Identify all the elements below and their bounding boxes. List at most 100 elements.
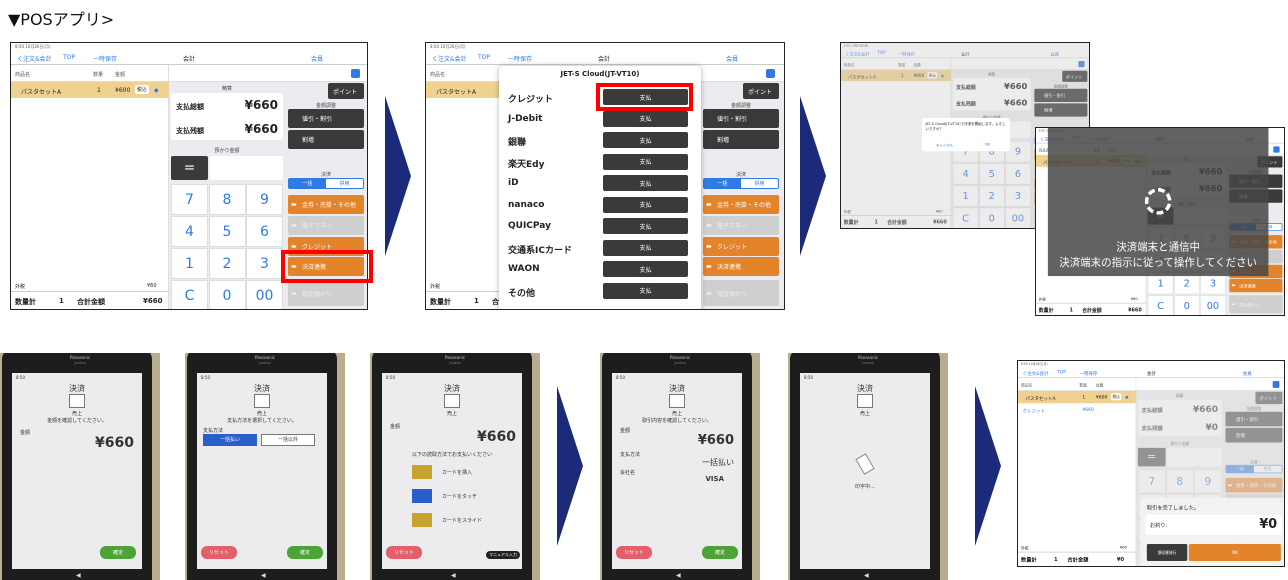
method-pay-button[interactable]: 支払 — [603, 261, 688, 277]
home-top-button[interactable]: TOP — [1057, 369, 1066, 374]
method-pay-button[interactable]: 支払 — [603, 239, 688, 256]
confirm-dialog: JET-S Cloud(JT-VT10)で決済を開始します。よろしいですか？ キ… — [921, 117, 1010, 152]
keypad-key[interactable]: 8 — [208, 184, 246, 215]
manual-entry-button[interactable]: マニュアル入力 — [486, 551, 520, 559]
back-button[interactable]: く注文&会計 — [432, 54, 467, 63]
receipt-button[interactable]: 領収書発行 — [1146, 544, 1188, 561]
method-pay-button[interactable]: 支払 — [603, 196, 688, 213]
keypad-key[interactable]: 00 — [1200, 295, 1226, 315]
method-pay-button[interactable]: 支払 — [603, 110, 688, 127]
nav-title: 会計 — [183, 56, 196, 63]
member-button[interactable]: 会員 — [1243, 369, 1252, 376]
method-pay-button[interactable]: 支払 — [603, 282, 688, 299]
keypad-key[interactable]: 6 — [246, 216, 283, 247]
hold-button[interactable]: 一時保存 — [508, 54, 532, 63]
equals-button[interactable]: = — [171, 156, 208, 180]
payment-mode-toggle[interactable]: 一括 併用 — [288, 178, 364, 189]
back-nav-icon[interactable]: ◀ — [76, 572, 81, 579]
point-button[interactable]: ポイント — [328, 83, 364, 99]
back-button[interactable]: く注文&会計 — [1022, 369, 1048, 376]
pay-button[interactable]: ▬決済連携 — [703, 257, 779, 276]
customer-icon[interactable] — [1273, 146, 1280, 153]
reset-button[interactable]: リセット — [386, 546, 422, 559]
customer-icon[interactable] — [766, 69, 775, 78]
discount-button[interactable]: 値引・割引 — [703, 109, 779, 128]
arrow-right-icon — [385, 96, 411, 256]
tag-icon[interactable]: ◆ — [154, 87, 159, 94]
toolbar-row — [1136, 377, 1284, 391]
hold-button[interactable]: 一時保存 — [93, 54, 117, 63]
overlay-line2: 決済端末の指示に従って操作してください — [1059, 256, 1258, 269]
terminal-time: 8:50 — [16, 375, 25, 380]
method-pay-button[interactable]: 支払 — [603, 153, 688, 170]
method-pay-button[interactable]: 支払 — [603, 175, 688, 191]
confirm-button[interactable]: 確定 — [287, 546, 323, 559]
order-item-row[interactable]: パスタセットA 1 ¥600 税込 ◆ — [11, 82, 169, 98]
dialog-ok-button[interactable]: OK — [985, 143, 990, 147]
dialog-cancel-button[interactable]: キャンセル — [936, 143, 953, 148]
pay-button[interactable]: ▬ 金券・売掛・その他 — [703, 195, 779, 214]
keypad-key[interactable]: 3 — [246, 248, 283, 279]
payment-mode-toggle[interactable]: 一括 併用 — [703, 178, 779, 189]
pay-button[interactable]: ▬ クレジット — [703, 237, 779, 256]
tax-value: ¥60 — [1119, 545, 1128, 551]
hold-button[interactable]: 一時保存 — [1079, 369, 1097, 376]
nav-title: 会計 — [598, 56, 611, 63]
keypad-key[interactable]: C — [171, 280, 208, 309]
member-button[interactable]: 会員 — [311, 54, 323, 63]
keypad-key[interactable]: 00 — [246, 280, 283, 309]
pay-button[interactable]: ▬現金預かり — [1229, 295, 1283, 314]
tag-icon[interactable]: ◆ — [1125, 395, 1128, 400]
back-nav-icon[interactable]: ◀ — [451, 572, 456, 579]
pay-button[interactable]: ▬現金預かり — [288, 280, 364, 306]
reset-button[interactable]: リセット — [616, 546, 652, 559]
pay-button[interactable]: ▬現金預かり — [703, 280, 779, 306]
keypad-key[interactable]: C — [1147, 295, 1174, 315]
order-item-row[interactable]: パスタセットA 1 ¥600 税込 ◆ — [1018, 390, 1137, 404]
discount-button[interactable]: 値引・割引 — [288, 109, 364, 128]
back-button[interactable]: く注文&会計 — [17, 54, 52, 63]
member-button[interactable]: 会員 — [726, 54, 738, 63]
segment-combined[interactable]: 併用 — [326, 179, 363, 188]
pay-button[interactable]: ▬決済連携 — [1229, 278, 1283, 293]
keypad-key[interactable]: 0 — [1173, 295, 1200, 315]
confirm-button[interactable]: 確定 — [100, 546, 136, 559]
method-pay-button[interactable]: 支払 — [603, 218, 688, 234]
surcharge-button[interactable]: 割増 — [703, 130, 779, 149]
confirm-button[interactable]: 確定 — [702, 546, 738, 559]
point-button[interactable]: ポイント — [743, 83, 779, 99]
dialog-message: JET-S Cloud(JT-VT10)で決済を開始します。よろしいですか？ — [925, 122, 1006, 132]
pay-button[interactable]: ▬ 電子マネー — [703, 216, 779, 235]
keypad-key[interactable]: 0 — [208, 280, 246, 309]
home-top-button[interactable]: TOP — [478, 54, 490, 61]
keypad-key[interactable]: 2 — [208, 248, 246, 279]
customer-icon[interactable] — [1272, 380, 1280, 388]
pay-button[interactable]: ▬ 金券・売掛・その他 — [288, 195, 364, 214]
surcharge-button[interactable]: 割増 — [288, 130, 364, 149]
segment-combined[interactable]: 併用 — [741, 179, 778, 188]
keypad-key[interactable]: 5 — [208, 216, 246, 247]
pay-button[interactable]: ▬ 電子マネー — [288, 216, 364, 235]
deposit-input[interactable] — [210, 156, 283, 180]
segment-lump[interactable]: 一括 — [704, 179, 741, 188]
lump-sum-option[interactable]: 一括払い — [203, 434, 257, 446]
terminal-model: JT-VT10 — [674, 361, 686, 365]
method-label: 支払方法 — [203, 428, 224, 434]
back-nav-icon[interactable]: ◀ — [864, 572, 869, 579]
back-nav-icon[interactable]: ◀ — [261, 572, 266, 579]
other-option[interactable]: 一括以外 — [261, 434, 315, 446]
tax-tag: 税込 — [135, 85, 150, 94]
segment-lump[interactable]: 一括 — [289, 179, 326, 188]
keypad-key[interactable]: 7 — [171, 184, 208, 215]
complete-ok-button[interactable]: OK — [1188, 544, 1281, 561]
method-pay-button[interactable]: 支払 — [603, 132, 688, 148]
reset-button[interactable]: リセット — [201, 546, 237, 559]
list-header: 商品名 数量 金額 — [1018, 378, 1137, 391]
keypad-key[interactable]: 4 — [171, 216, 208, 247]
printing-label: 印字中… — [854, 484, 875, 490]
keypad-key[interactable]: 1 — [171, 248, 208, 279]
home-top-button[interactable]: TOP — [63, 54, 75, 61]
customer-icon[interactable] — [351, 69, 360, 78]
back-nav-icon[interactable]: ◀ — [676, 572, 681, 579]
keypad-key[interactable]: 9 — [246, 184, 283, 215]
